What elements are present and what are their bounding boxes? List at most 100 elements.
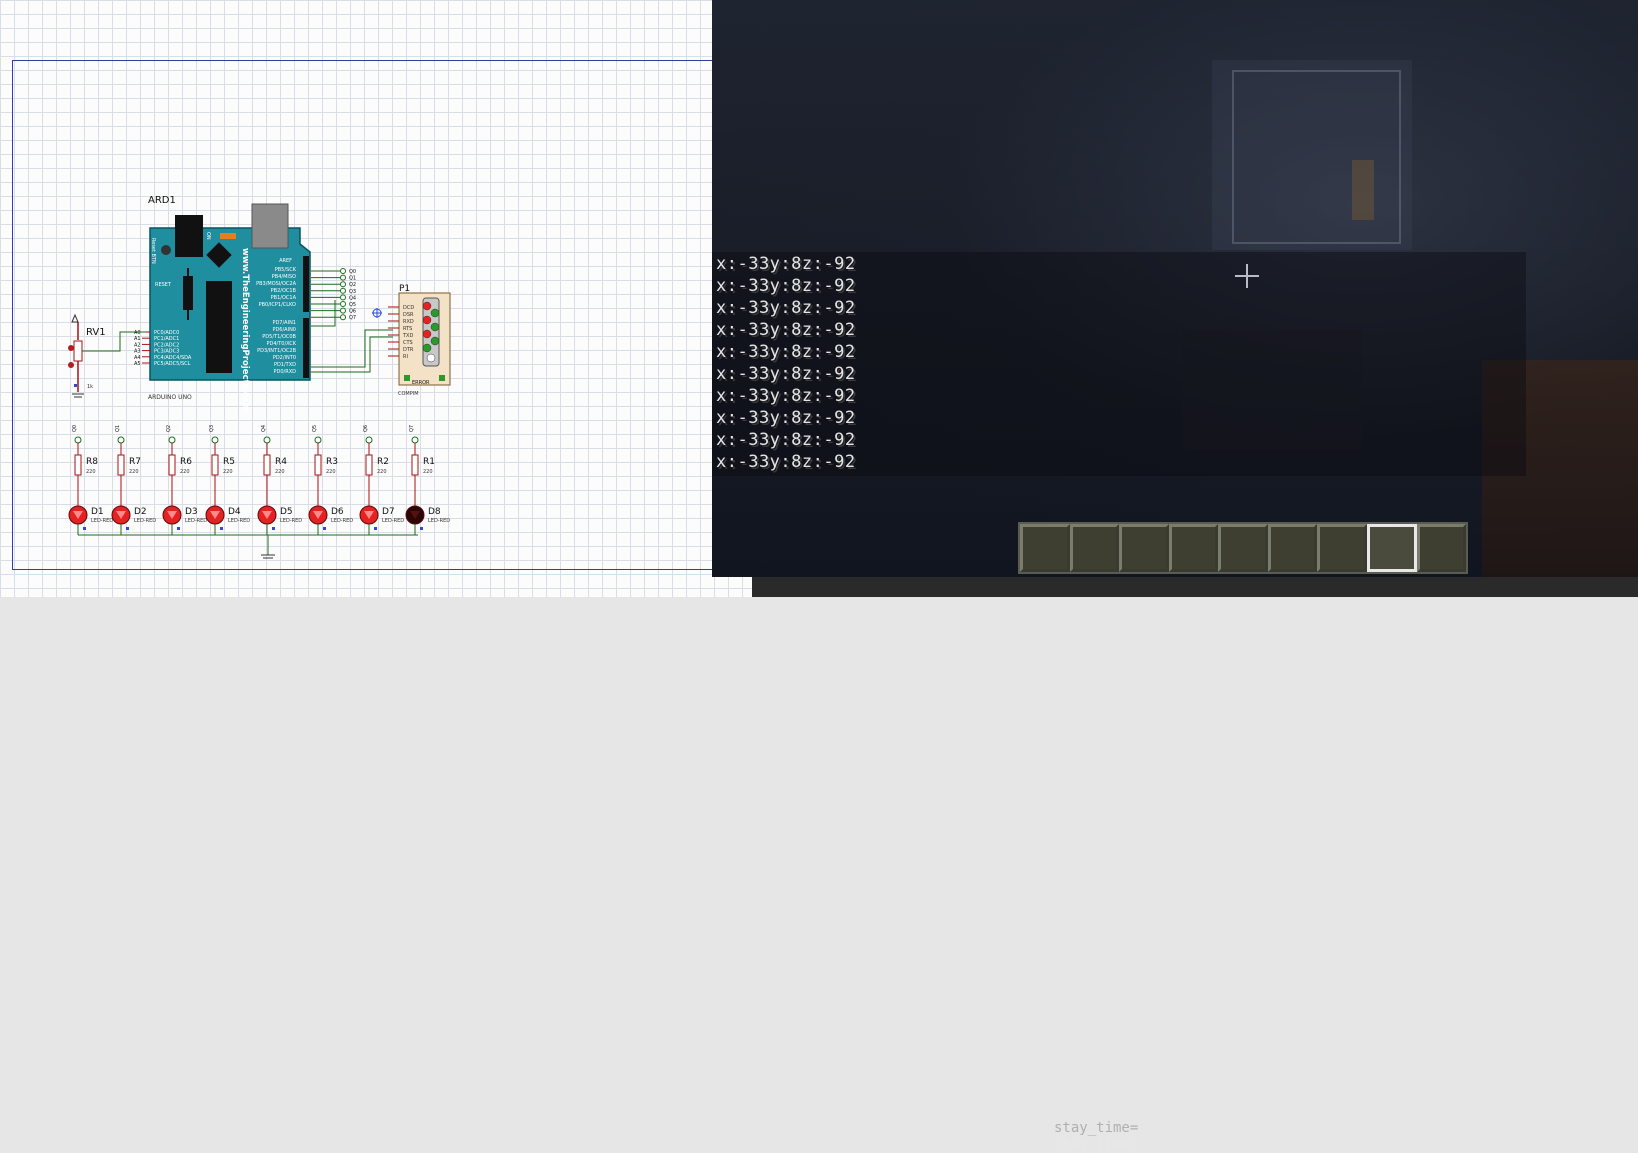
q-probe bbox=[340, 281, 346, 288]
resistor-value: 220 bbox=[377, 469, 387, 475]
resistor-value: 220 bbox=[223, 469, 233, 475]
crosshair-icon bbox=[1235, 264, 1259, 288]
resistor-body bbox=[411, 454, 419, 476]
pin-name-label: PB0/ICP1/CLKO bbox=[259, 302, 296, 308]
svg-text:1k: 1k bbox=[87, 384, 93, 390]
q-label: Q2 bbox=[349, 282, 356, 288]
pin-marker bbox=[374, 527, 377, 530]
q-label: Q5 bbox=[312, 425, 318, 432]
led-channel: Q2 R6 220 D3LED-RED bbox=[162, 425, 207, 535]
pot-ref: RV1 bbox=[86, 327, 106, 338]
led-ref: D4 bbox=[228, 507, 241, 517]
resistor-ref: R4 bbox=[275, 457, 287, 467]
resistor-ref: R8 bbox=[86, 457, 98, 467]
hotbar-slot-9[interactable] bbox=[1416, 524, 1467, 572]
led-channel: Q5 R3 220 D6LED-RED bbox=[308, 425, 353, 535]
compim-pin-label: CTS bbox=[403, 340, 413, 346]
compim-led bbox=[430, 336, 440, 346]
led-ref: D3 bbox=[185, 507, 198, 517]
pin-marker bbox=[126, 527, 129, 530]
led-channel: Q6 R2 220 D7LED-RED bbox=[359, 425, 404, 535]
hotbar-slot-8[interactable] bbox=[1366, 524, 1417, 572]
led-type: LED-RED bbox=[428, 518, 450, 524]
hotbar-slot-2[interactable] bbox=[1069, 524, 1120, 572]
svg-text:ERROR: ERROR bbox=[412, 380, 430, 386]
resistor-ref: R3 bbox=[326, 457, 338, 467]
pin-number-label: A1 bbox=[134, 336, 141, 342]
pin-name-label: PC5/ADC5/SCL bbox=[154, 361, 191, 367]
q-label: Q7 bbox=[409, 425, 415, 432]
led-channel: Q3 R5 220 D4LED-RED bbox=[205, 425, 250, 535]
led-channel: Q1 R7 220 D2LED-RED bbox=[111, 425, 156, 535]
q-label: Q6 bbox=[363, 425, 369, 432]
q-probe bbox=[340, 274, 346, 281]
led-type: LED-RED bbox=[280, 518, 302, 524]
svg-text:AREF: AREF bbox=[279, 258, 292, 264]
resistor-body bbox=[263, 454, 271, 476]
led-ref: D7 bbox=[382, 507, 395, 517]
compim-led bbox=[422, 315, 432, 325]
code-editor-strip[interactable] bbox=[752, 577, 1638, 597]
pin-marker bbox=[323, 527, 326, 530]
led-channel: Q0 R8 220 D1LED-RED bbox=[68, 425, 113, 535]
led-type: LED-RED bbox=[382, 518, 404, 524]
pin-marker bbox=[177, 527, 180, 530]
resistor-ref: R6 bbox=[180, 457, 192, 467]
compim-pin-label: RXD bbox=[403, 319, 414, 325]
pin-name-label: PD1/TXD bbox=[274, 362, 296, 368]
led-ref: D5 bbox=[280, 507, 293, 517]
pin-name-label: PD2/INT0 bbox=[273, 355, 296, 361]
led-ref: D8 bbox=[428, 507, 441, 517]
resistor-value: 220 bbox=[326, 469, 336, 475]
hotbar-slot-1[interactable] bbox=[1020, 524, 1070, 572]
compim-led bbox=[422, 329, 432, 339]
chat-line: x:-33y:8z:-92 bbox=[716, 386, 856, 406]
resistor-value: 220 bbox=[129, 469, 139, 475]
chat-line: x:-33y:8z:-92 bbox=[716, 364, 856, 384]
q-label: Q0 bbox=[72, 425, 78, 432]
pin-name-label: PB2/OC1B bbox=[271, 288, 297, 294]
glass-pane bbox=[1232, 70, 1401, 244]
q-label: Q1 bbox=[115, 425, 121, 432]
chat-box: x:-33y:8z:-92 x:-33y:8z:-92 x:-33y:8z:-9… bbox=[712, 252, 1526, 476]
editor-line: stay_time0 bbox=[1054, 1137, 1139, 1153]
hotbar-slot-7[interactable] bbox=[1317, 524, 1367, 572]
pin-number-label: A2 bbox=[134, 342, 141, 348]
probe-circle bbox=[411, 436, 419, 444]
pin-name-label: PD3/INT1/OC2B bbox=[257, 348, 296, 354]
pin-name-label: PD6/AIN0 bbox=[272, 327, 296, 333]
svg-text:ON: ON bbox=[205, 232, 211, 240]
hotbar-slot-6[interactable] bbox=[1267, 524, 1318, 572]
pin-number-label: A3 bbox=[134, 349, 141, 355]
q-label: Q5 bbox=[349, 302, 356, 308]
resistor-ref: R2 bbox=[377, 457, 389, 467]
hotbar[interactable] bbox=[1018, 522, 1468, 574]
resistor-body bbox=[117, 454, 125, 476]
hotbar-slot-4[interactable] bbox=[1168, 524, 1219, 572]
pin-marker bbox=[220, 527, 223, 530]
q-label: Q6 bbox=[349, 309, 356, 315]
board-ref: ARD1 bbox=[148, 195, 176, 206]
compim-led bbox=[422, 301, 432, 311]
led-type: LED-RED bbox=[185, 518, 207, 524]
resistor-ref: R1 bbox=[423, 457, 435, 467]
game-viewport[interactable]: x:-33y:8z:-92 x:-33y:8z:-92 x:-33y:8z:-9… bbox=[712, 0, 1638, 577]
hotbar-slot-5[interactable] bbox=[1218, 524, 1268, 572]
probe-circle bbox=[365, 436, 373, 444]
compim-led bbox=[430, 308, 440, 318]
led-ref: D6 bbox=[331, 507, 344, 517]
q-label: Q0 bbox=[349, 269, 356, 275]
circuit-svg: ARD1 www.TheEngineeringProjects.com Rese… bbox=[68, 195, 451, 559]
mcu-chip bbox=[206, 281, 232, 373]
schematic-canvas[interactable]: ARD1 www.TheEngineeringProjects.com Rese… bbox=[0, 0, 752, 597]
resistor-value: 220 bbox=[275, 469, 285, 475]
probe-circle bbox=[117, 436, 125, 444]
compim-pin-label: DTR bbox=[403, 347, 414, 353]
pin-name-label: PD4/T0/XCK bbox=[267, 341, 297, 347]
compim-led bbox=[426, 353, 436, 363]
chat-line: x:-33y:8z:-92 bbox=[716, 276, 856, 296]
probe-circle bbox=[168, 436, 176, 444]
hotbar-slot-3[interactable] bbox=[1119, 524, 1169, 572]
resistor-value: 220 bbox=[180, 469, 190, 475]
q-label: Q1 bbox=[349, 276, 356, 282]
